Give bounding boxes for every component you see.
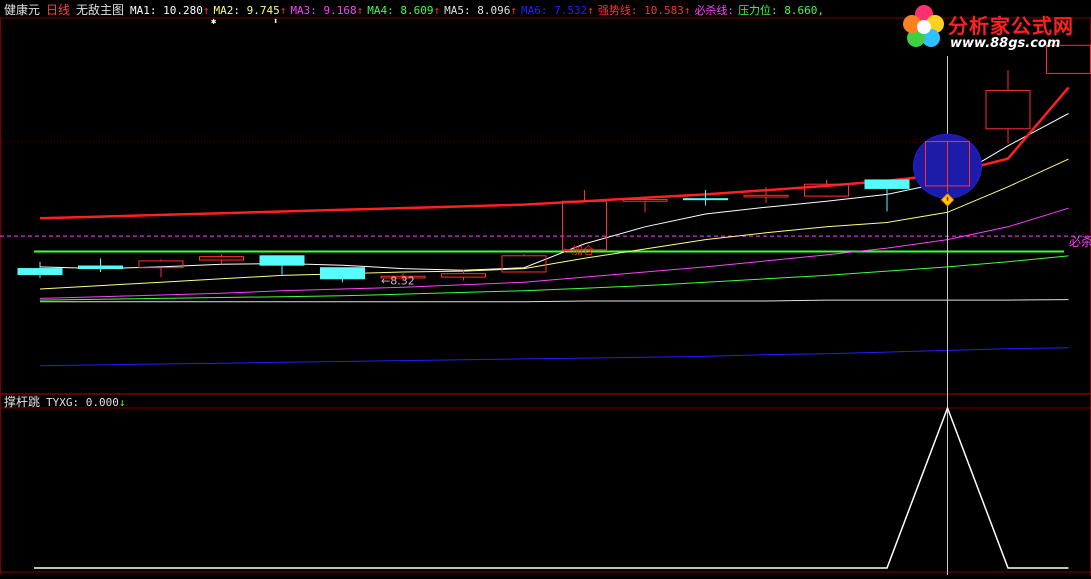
candle-body	[743, 194, 789, 198]
header-item-4: MA4: 8.609	[367, 4, 433, 17]
indicator-name: 无敌主图	[76, 2, 124, 17]
candle-body	[622, 199, 668, 202]
series-line-4	[39, 255, 1069, 301]
header-item-6: MA6: 7.532	[521, 4, 587, 17]
logo-site-name: 分析家公式网	[948, 14, 1074, 38]
header-item-9: 压力位: 8.660,	[738, 3, 824, 17]
candle-body	[78, 265, 123, 270]
series-line-6	[39, 347, 1069, 367]
stock-chart[interactable]: 必杀 ←8.32 ←加仓 健康元 日线 无敌主图 MA1: 10.280 ↑ MA2: 9.74…	[0, 0, 1091, 575]
site-logo: 分析家公式网 www.88gs.com	[900, 2, 1090, 54]
candle-body	[259, 255, 305, 266]
down-arrow-icon: ↓	[119, 396, 126, 409]
header-item-3: MA3: 9.168	[290, 4, 356, 17]
sub-indicator-name: 撑杆跳	[4, 394, 40, 409]
series-line-3	[39, 207, 1069, 299]
candle-body	[562, 200, 607, 251]
up-arrow-icon: ↑	[357, 4, 364, 17]
period-label: 日线	[46, 3, 70, 17]
annotation-label: ←加仓	[563, 243, 594, 257]
header-item-7: 强势线: 10.583	[598, 3, 684, 17]
header-item-1: MA1: 10.280	[130, 4, 203, 17]
up-arrow-icon: ↑	[684, 4, 691, 17]
tyxg-line	[34, 405, 1069, 569]
series-line-5	[40, 299, 1069, 303]
up-arrow-icon: ↑	[203, 4, 210, 17]
logo-site-url: www.88gs.com	[950, 36, 1061, 51]
header-item-5: MA5: 8.096	[444, 4, 510, 17]
header-item-8: 必杀线:	[694, 3, 734, 17]
up-arrow-icon: ↑	[433, 4, 440, 17]
candle-body	[199, 256, 244, 261]
updown-marker-icon: ⬍	[273, 17, 278, 27]
candle-body	[320, 267, 365, 280]
up-arrow-icon: ↑	[587, 4, 594, 17]
candle-body	[441, 273, 486, 278]
candle-body	[985, 89, 1031, 130]
candle-body	[683, 198, 728, 201]
flower-logo-icon	[903, 5, 944, 47]
up-arrow-icon: ↑	[280, 4, 287, 17]
up-arrow-icon: ↑	[510, 4, 517, 17]
annotation-label: ←8.32	[381, 275, 415, 288]
header-item-2: MA2: 9.745	[214, 4, 280, 17]
sub-indicator-value: TYXG: 0.000	[46, 396, 119, 409]
series-line-7	[39, 86, 1070, 220]
candle-body	[17, 268, 63, 276]
chart-canvas: 必杀←8.32←加仓健康元 日线 无敌主图 MA1: 10.280 ↑ MA2: 9.74…	[0, 2, 1091, 575]
candle-body	[864, 179, 910, 189]
series-line-1	[39, 113, 1069, 271]
stock-name: 健康元	[4, 2, 40, 17]
asterisk-marker-icon: ✱	[211, 17, 217, 27]
hline-label: 必杀	[1069, 234, 1091, 249]
